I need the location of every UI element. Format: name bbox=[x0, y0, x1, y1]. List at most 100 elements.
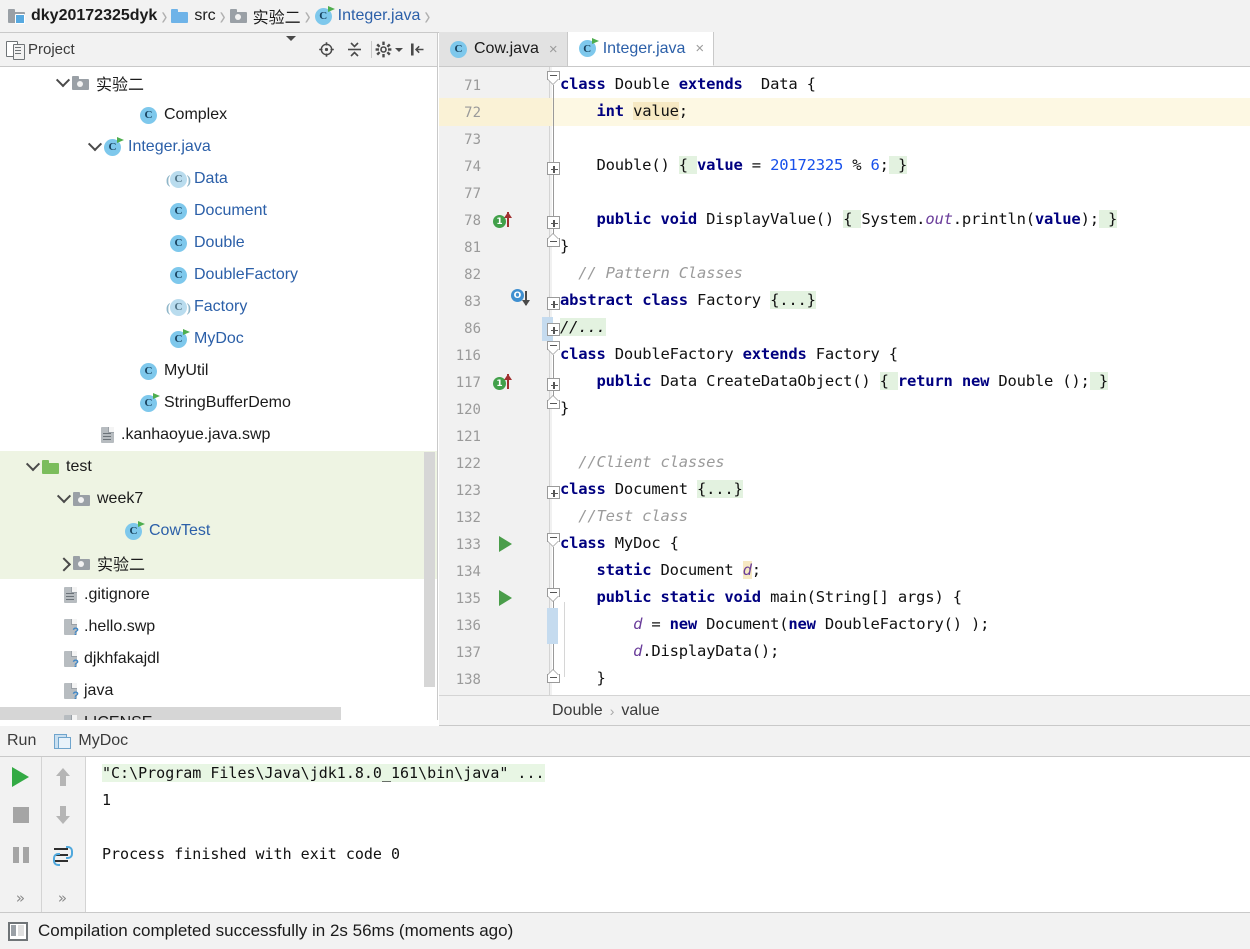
run-class-icon[interactable] bbox=[499, 536, 512, 552]
breadcrumb-item-module[interactable]: dky20172325dyk bbox=[8, 0, 157, 33]
collapse-arrow[interactable] bbox=[55, 547, 73, 579]
pause-button[interactable] bbox=[0, 839, 41, 871]
tree-item-label: Document bbox=[194, 202, 267, 219]
breadcrumb: dky20172325dyk › src › 实验二 › C Integer.j… bbox=[0, 0, 1250, 33]
settings-button[interactable] bbox=[375, 36, 403, 64]
project-panel-title[interactable]: Project bbox=[28, 41, 75, 58]
breadcrumb-separator: › bbox=[304, 1, 311, 31]
code-line-120: } bbox=[560, 399, 570, 417]
code-line-74: Double() { value = 20172325 % 6; } bbox=[560, 156, 908, 174]
code-editor[interactable]: 71 72 73 74 77 78 81 82 83 86 116 117 12… bbox=[439, 67, 1250, 695]
code-line-82: // Pattern Classes bbox=[560, 264, 743, 282]
tree-item-hello-swp[interactable]: ? .hello.swp bbox=[0, 611, 437, 643]
tree-item-label: 实验二 bbox=[96, 75, 145, 94]
test-folder-icon bbox=[42, 460, 59, 474]
breadcrumb-separator: › bbox=[424, 1, 431, 31]
implemented-method-icon[interactable]: O bbox=[511, 289, 537, 307]
locate-icon bbox=[318, 42, 334, 57]
code-line-78: public void DisplayValue() { System.out.… bbox=[596, 210, 1118, 228]
code-line-132: //Test class bbox=[560, 507, 688, 525]
breadcrumb-item-package[interactable]: 实验二 bbox=[229, 0, 301, 33]
soft-wrap-button[interactable] bbox=[42, 839, 83, 871]
close-icon[interactable]: × bbox=[695, 41, 704, 56]
more-actions-left-button[interactable]: » bbox=[0, 882, 41, 914]
project-tree[interactable]: 实验二 C Complex C Integer.java (C) Data C … bbox=[0, 67, 438, 720]
tree-item-test[interactable]: test bbox=[0, 451, 437, 483]
tree-item-license[interactable]: LICENSE bbox=[0, 707, 341, 720]
breadcrumb-item-file[interactable]: C Integer.java bbox=[314, 0, 421, 33]
tree-item-label: Data bbox=[194, 170, 228, 187]
run-toolbar-right: » bbox=[42, 757, 86, 912]
tree-item-shiyan2-test[interactable]: 实验二 bbox=[0, 547, 437, 579]
run-configuration-tab[interactable]: MyDoc bbox=[54, 732, 128, 750]
tree-item-kanhaoyue-swp[interactable]: .kanhaoyue.java.swp bbox=[0, 419, 437, 451]
unknown-file-icon: ? bbox=[64, 683, 79, 702]
tree-item-mydoc[interactable]: C MyDoc bbox=[0, 323, 437, 355]
ide-window: dky20172325dyk › src › 实验二 › C Integer.j… bbox=[0, 0, 1250, 949]
tree-item-stringbufferdemo[interactable]: C StringBufferDemo bbox=[0, 387, 437, 419]
tree-item-label: LICENSE bbox=[84, 714, 152, 720]
expand-arrow[interactable] bbox=[24, 451, 42, 483]
more-icon: » bbox=[57, 889, 68, 907]
tree-item-data[interactable]: (C) Data bbox=[0, 163, 437, 195]
run-method-icon[interactable] bbox=[499, 590, 512, 606]
editor-tab-integer-java[interactable]: C Integer.java × bbox=[567, 32, 715, 66]
compile-status-icon[interactable] bbox=[8, 921, 28, 941]
class-icon: C bbox=[450, 40, 467, 58]
tree-item-gitignore[interactable]: .gitignore bbox=[0, 579, 437, 611]
rerun-icon bbox=[12, 767, 29, 787]
locate-file-button[interactable] bbox=[312, 36, 340, 64]
editor-tab-cow-java[interactable]: C Cow.java × bbox=[439, 32, 568, 66]
tree-item-djkhfakajdl[interactable]: ? djkhfakajdl bbox=[0, 643, 437, 675]
package-folder-icon bbox=[73, 492, 90, 506]
tab-label: Integer.java bbox=[602, 39, 686, 57]
breadcrumb-label: Integer.java bbox=[337, 7, 421, 24]
unknown-file-icon: ? bbox=[64, 651, 79, 670]
tree-item-factory[interactable]: (C) Factory bbox=[0, 291, 437, 323]
tree-item-shiyan2-src[interactable]: 实验二 bbox=[0, 67, 437, 99]
editor-breadcrumb-field[interactable]: value bbox=[621, 702, 659, 720]
close-icon[interactable]: × bbox=[549, 42, 558, 57]
expand-arrow[interactable] bbox=[86, 131, 104, 163]
tree-item-complex[interactable]: C Complex bbox=[0, 99, 437, 131]
more-actions-right-button[interactable]: » bbox=[42, 882, 83, 914]
tree-item-integer-java[interactable]: C Integer.java bbox=[0, 131, 437, 163]
overriding-method-icon[interactable]: 1 bbox=[493, 374, 519, 392]
collapse-all-button[interactable] bbox=[340, 36, 368, 64]
project-tree-scrollbar[interactable] bbox=[424, 452, 435, 687]
tree-item-label: .kanhaoyue.java.swp bbox=[121, 426, 271, 443]
tree-item-myutil[interactable]: C MyUtil bbox=[0, 355, 437, 387]
code-text-area[interactable]: class Double extends Data { int value; D… bbox=[552, 67, 1250, 695]
tree-item-cowtest[interactable]: C CowTest bbox=[0, 515, 437, 547]
editor-tab-bar: C Cow.java × C Integer.java × bbox=[439, 32, 1250, 67]
tree-item-label: Complex bbox=[164, 106, 228, 123]
chevron-down-icon bbox=[55, 73, 71, 88]
line-number: 73 bbox=[464, 132, 481, 148]
expand-arrow[interactable] bbox=[54, 67, 72, 99]
expand-arrow[interactable] bbox=[55, 483, 73, 515]
overriding-method-icon[interactable]: 1 bbox=[493, 212, 519, 230]
editor-breadcrumb-class[interactable]: Double bbox=[552, 702, 603, 720]
class-icon: C bbox=[170, 202, 187, 220]
down-button[interactable] bbox=[42, 799, 83, 831]
run-tool-window-header: Run MyDoc bbox=[0, 726, 1250, 757]
package-folder-icon bbox=[73, 556, 90, 570]
code-line-133: class MyDoc { bbox=[560, 534, 679, 552]
line-number: 74 bbox=[464, 159, 481, 175]
tree-item-document[interactable]: C Document bbox=[0, 195, 437, 227]
run-console[interactable]: "C:\Program Files\Java\jdk1.8.0_161\bin\… bbox=[86, 757, 1250, 912]
class-icon: C bbox=[170, 234, 187, 252]
hide-panel-button[interactable] bbox=[403, 36, 431, 64]
tree-item-java[interactable]: ? java bbox=[0, 675, 437, 707]
tree-item-week7[interactable]: week7 bbox=[0, 483, 437, 515]
project-view-dropdown[interactable] bbox=[286, 36, 296, 58]
tree-item-double[interactable]: C Double bbox=[0, 227, 437, 259]
tree-item-doublefactory[interactable]: C DoubleFactory bbox=[0, 259, 437, 291]
rerun-button[interactable] bbox=[0, 761, 41, 793]
run-panel-title[interactable]: Run bbox=[7, 732, 36, 750]
up-button[interactable] bbox=[42, 761, 83, 793]
line-number: 135 bbox=[455, 591, 481, 607]
breadcrumb-item-src[interactable]: src bbox=[171, 0, 216, 33]
stop-button[interactable] bbox=[0, 799, 41, 831]
run-toolbar-left: » bbox=[0, 757, 42, 912]
